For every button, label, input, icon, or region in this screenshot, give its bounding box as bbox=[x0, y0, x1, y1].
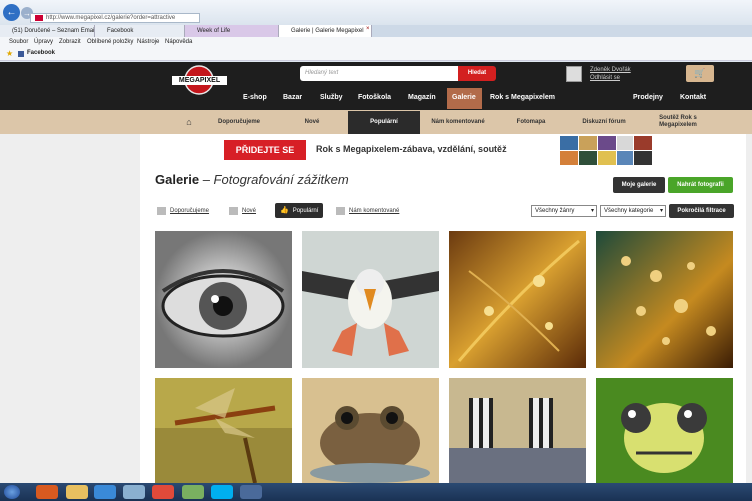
logo-text: MEGAPIXEL bbox=[178, 77, 221, 84]
facebook-icon bbox=[18, 51, 24, 57]
cart-icon[interactable]: 🛒 bbox=[686, 65, 714, 82]
banner-photo-collage bbox=[560, 136, 652, 165]
avatar[interactable] bbox=[566, 66, 582, 82]
subnav-soutez[interactable]: Soutěž Rok s Megapixelem bbox=[648, 110, 708, 134]
photo-frog[interactable] bbox=[302, 378, 439, 483]
nav-bazar[interactable]: Bazar bbox=[283, 93, 302, 103]
star-icon bbox=[157, 207, 166, 215]
back-button[interactable]: ← bbox=[3, 4, 20, 21]
nav-kontakt[interactable]: Kontakt bbox=[680, 93, 706, 103]
advanced-filter-button[interactable]: Pokročilá filtrace bbox=[669, 204, 734, 218]
favorites-bar: ★ Facebook bbox=[0, 48, 752, 61]
menu-oblibene[interactable]: Oblíbené položky bbox=[87, 37, 133, 48]
genre-select[interactable]: Všechny žánry ▾ bbox=[531, 205, 597, 217]
tab-strip: (51) Doručené – Seznam Email Facebook We… bbox=[0, 25, 752, 37]
firefox-icon[interactable] bbox=[36, 485, 58, 499]
explorer-folder-icon[interactable] bbox=[66, 485, 88, 499]
chevron-down-icon: ▾ bbox=[590, 208, 594, 214]
filter-komentovane-label: Nám komentované bbox=[349, 208, 400, 214]
nav-galerie[interactable]: Galerie bbox=[452, 93, 476, 103]
internet-explorer-icon[interactable] bbox=[94, 485, 116, 499]
comment-icon bbox=[336, 207, 345, 215]
start-button-icon[interactable] bbox=[4, 485, 20, 499]
photo-zebras[interactable] bbox=[449, 378, 586, 483]
subnav-fotomapa[interactable]: Fotomapa bbox=[497, 110, 565, 134]
banner-cta[interactable]: PŘIDEJTE SE bbox=[224, 140, 306, 160]
photo-dragonfly[interactable] bbox=[155, 378, 292, 483]
category-select[interactable]: Všechny kategorie ▾ bbox=[600, 205, 666, 217]
genre-select-value: Všechny žánry bbox=[535, 208, 575, 214]
photo-drops[interactable] bbox=[596, 231, 733, 368]
user-name-link[interactable]: Zdeněk Dvořák bbox=[590, 66, 631, 74]
tab-seznam[interactable]: (51) Doručené – Seznam Email bbox=[0, 25, 95, 37]
nav-fotoskola[interactable]: Fotoškola bbox=[358, 93, 391, 103]
subnav-nam-komentovane[interactable]: Nám komentované bbox=[422, 110, 494, 134]
menu-napoveda[interactable]: Nápověda bbox=[165, 37, 192, 48]
favorites-star-icon[interactable]: ★ bbox=[6, 49, 13, 58]
nav-magazin[interactable]: Magazín bbox=[408, 93, 436, 103]
banner-text: Rok s Megapixelem-zábava, vzdělání, sout… bbox=[316, 144, 507, 154]
subnav-doporucujeme[interactable]: Doporučujeme bbox=[205, 110, 273, 134]
chevron-down-icon: ▾ bbox=[659, 208, 663, 214]
menu-soubor[interactable]: Soubor bbox=[9, 37, 28, 48]
nav-sluzby[interactable]: Služby bbox=[320, 93, 343, 103]
subnav-nove[interactable]: Nové bbox=[278, 110, 346, 134]
upload-photo-button[interactable]: Nahrát fotografii bbox=[668, 177, 733, 193]
photo-puffin[interactable] bbox=[302, 231, 439, 368]
app2-icon[interactable] bbox=[182, 485, 204, 499]
megapixel-logo[interactable]: MEGAPIXEL bbox=[172, 64, 227, 100]
category-select-value: Všechny kategorie bbox=[604, 208, 654, 214]
filter-nam-komentovane[interactable]: Nám komentované bbox=[336, 206, 399, 216]
advanced-filter-label: Pokročilá filtrace bbox=[677, 208, 726, 214]
address-input[interactable]: http://www.megapixel.cz/galerie?order=at… bbox=[30, 13, 200, 23]
close-tab-icon[interactable]: × bbox=[366, 26, 370, 32]
page-title-main: Galerie bbox=[155, 172, 200, 187]
filter-popularni-label: Populární bbox=[292, 207, 319, 214]
menu-bar: Soubor Úpravy Zobrazit Oblíbené položky … bbox=[0, 37, 752, 48]
nav-prodejny[interactable]: Prodejny bbox=[633, 93, 663, 103]
search-button[interactable]: Hledat bbox=[458, 66, 496, 81]
filter-popularni[interactable]: 👍 Populární bbox=[275, 203, 324, 218]
logout-link[interactable]: Odhlásit se bbox=[590, 74, 631, 82]
filter-nove-label: Nové bbox=[242, 208, 257, 214]
new-icon bbox=[229, 207, 238, 215]
tab-week-of-life[interactable]: Week of Life bbox=[185, 25, 279, 37]
user-box: Zdeněk Dvořák Odhlásit se bbox=[590, 66, 631, 82]
home-icon[interactable]: ⌂ bbox=[178, 110, 200, 134]
menu-nastroje[interactable]: Nástroje bbox=[137, 37, 159, 48]
app3-icon[interactable] bbox=[240, 485, 262, 499]
my-gallery-button[interactable]: Moje galerie bbox=[613, 177, 665, 193]
filter-doporucujeme-label: Doporučujeme bbox=[170, 208, 210, 214]
menu-upravy[interactable]: Úpravy bbox=[34, 37, 53, 48]
right-margin bbox=[746, 134, 752, 501]
menu-zobrazit[interactable]: Zobrazit bbox=[59, 37, 81, 48]
subnav-popularni[interactable]: Populární bbox=[348, 111, 420, 134]
photo-damselfly[interactable] bbox=[596, 378, 733, 483]
nav-rok-s-megapixelem[interactable]: Rok s Megapixelem bbox=[490, 93, 555, 103]
tab-facebook[interactable]: Facebook bbox=[95, 25, 185, 37]
filter-nove[interactable]: Nové bbox=[229, 206, 256, 216]
nav-eshop[interactable]: E-shop bbox=[243, 93, 267, 103]
favorite-facebook[interactable]: Facebook bbox=[27, 50, 55, 56]
chrome-icon[interactable] bbox=[152, 485, 174, 499]
photo-leaf[interactable] bbox=[449, 231, 586, 368]
subnav-diskuzni-forum[interactable]: Diskuzní fórum bbox=[568, 110, 640, 134]
page-title: Galerie – Fotografování zážitkem bbox=[155, 172, 349, 187]
page-title-sub: – Fotografování zážitkem bbox=[202, 172, 349, 187]
skype-icon[interactable] bbox=[211, 485, 233, 499]
filter-doporucujeme[interactable]: Doporučujeme bbox=[157, 206, 209, 216]
photo-eye[interactable] bbox=[155, 231, 292, 368]
thumbs-up-icon: 👍 bbox=[280, 206, 289, 214]
left-margin bbox=[0, 134, 140, 501]
promo-banner[interactable]: PŘIDEJTE SE Rok s Megapixelem-zábava, vz… bbox=[140, 136, 746, 166]
search-input[interactable]: Hledaný text bbox=[300, 66, 460, 81]
app-icon[interactable] bbox=[123, 485, 145, 499]
site-favicon-icon bbox=[35, 15, 43, 21]
tab-galerie[interactable]: Galerie | Galerie Megapixel bbox=[279, 25, 372, 37]
